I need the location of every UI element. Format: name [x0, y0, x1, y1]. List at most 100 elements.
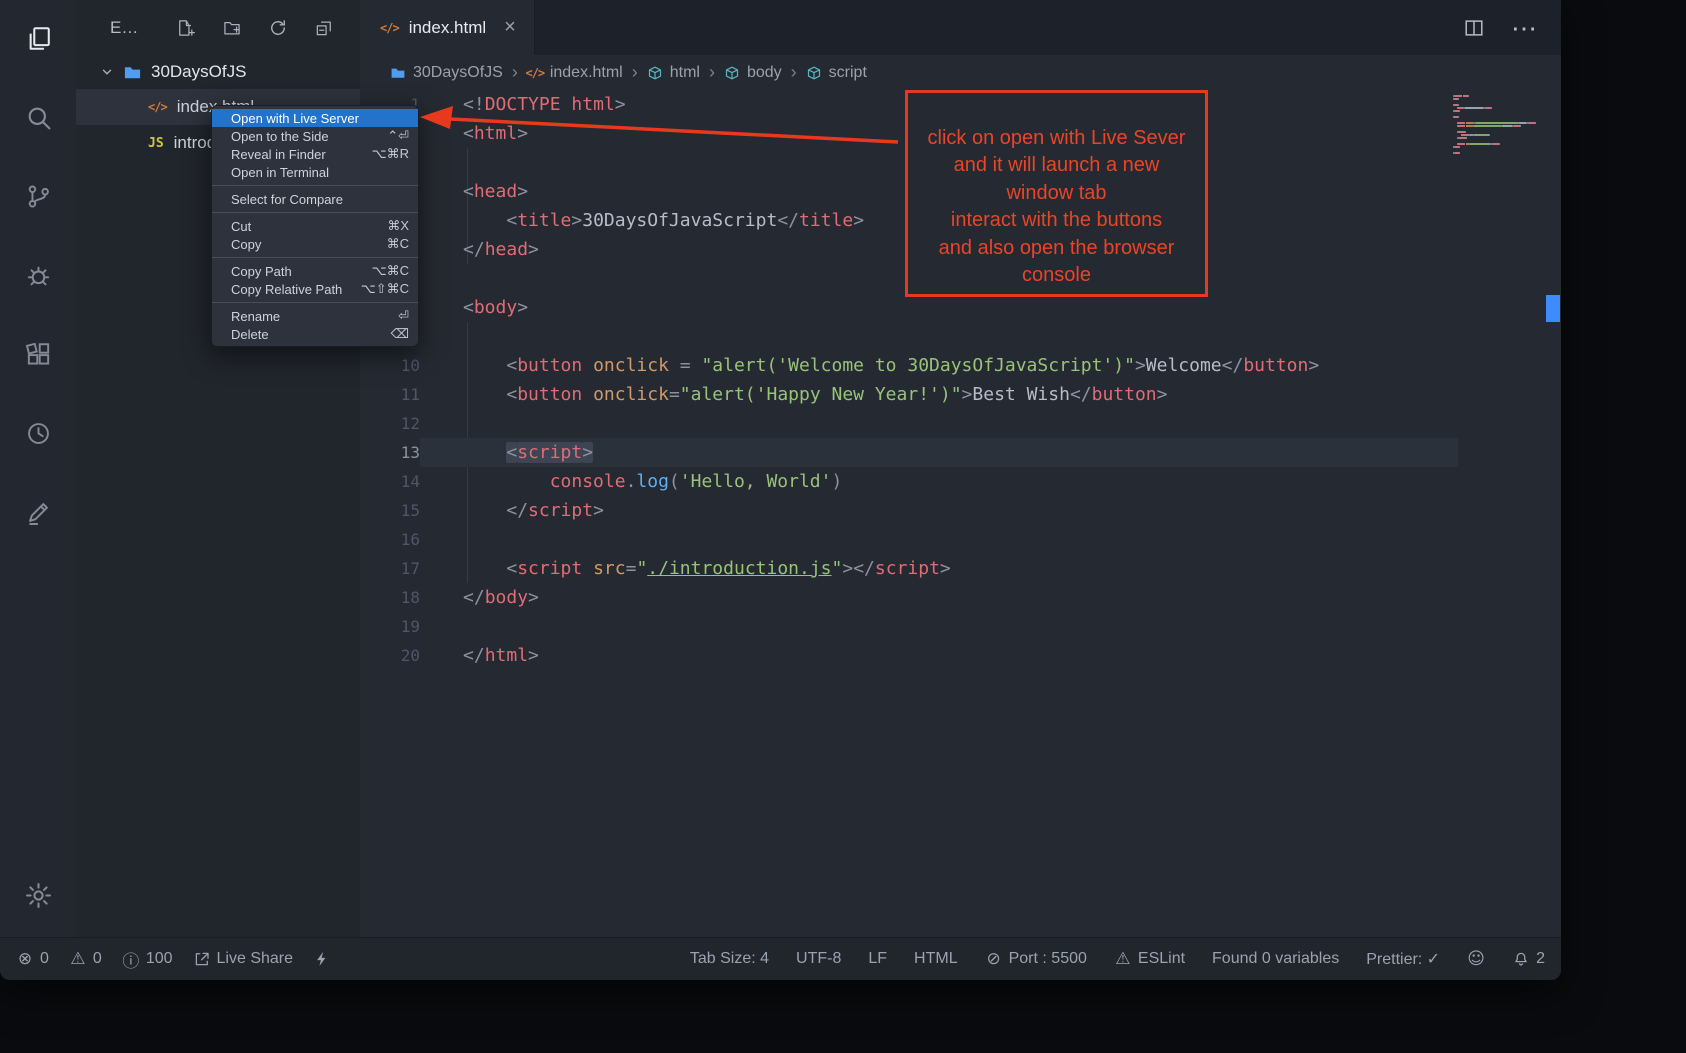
code-line[interactable]: 16 [360, 525, 1561, 554]
line-number[interactable]: 18 [360, 583, 420, 612]
menu-group: Copy Path⌥⌘CCopy Relative Path⌥⇧⌘C [212, 257, 418, 298]
code-line[interactable]: 18</body> [360, 583, 1561, 612]
editor-action-split-editor[interactable] [1463, 17, 1485, 39]
status-warnings[interactable]: ⚠0 [69, 950, 102, 968]
activity-extensions[interactable] [14, 330, 62, 378]
line-number[interactable]: 11 [360, 380, 420, 409]
status-prettier-label: Prettier: ✓ [1366, 949, 1440, 969]
code-line[interactable]: 12 [360, 409, 1561, 438]
activity-explorer[interactable] [14, 14, 62, 62]
chevron-right-icon: › [709, 62, 715, 83]
menu-item-open-to-the-side[interactable]: Open to the Side ⌃⏎ [212, 127, 418, 145]
code-line[interactable]: 14 console.log('Hello, World') [360, 467, 1561, 496]
explorer-action-refresh[interactable] [268, 18, 288, 38]
breadcrumb-label: 30DaysOfJS [413, 64, 503, 82]
activity-settings[interactable] [14, 871, 62, 919]
status-language-mode[interactable]: HTML [914, 950, 958, 968]
menu-item-label: Open to the Side [231, 129, 329, 144]
chevron-right-icon: › [632, 62, 638, 83]
annotation-text: click on open with Live Sever and it wil… [928, 127, 1186, 287]
breadcrumb-item-index-html[interactable]: </> index.html [527, 64, 623, 82]
breadcrumb-item-html[interactable]: html [647, 64, 700, 82]
status-errors[interactable]: ⊗0 [16, 950, 49, 968]
menu-item-select-for-compare[interactable]: Select for Compare [212, 190, 418, 208]
breadcrumb-item-script[interactable]: script [806, 64, 867, 82]
menu-item-open-with-live-server[interactable]: Open with Live Server [212, 109, 418, 127]
folder-root[interactable]: 30DaysOfJS [76, 55, 360, 89]
line-number[interactable]: 10 [360, 351, 420, 380]
menu-item-copy[interactable]: Copy⌘C [212, 235, 418, 253]
status-live-share[interactable]: Live Share [193, 950, 294, 968]
line-number[interactable]: 19 [360, 612, 420, 641]
status-notifications[interactable]: 2 [1512, 950, 1545, 968]
port-icon: ⊘ [985, 950, 1003, 968]
menu-item-shortcut: ⌥⌘C [372, 263, 409, 279]
activity-feedback[interactable] [14, 488, 62, 536]
extensions-icon [24, 340, 53, 369]
status-tab-size[interactable]: Tab Size: 4 [690, 950, 769, 968]
minimap-line [1453, 149, 1545, 151]
minimap-line [1453, 152, 1545, 154]
breadcrumb-label: index.html [550, 64, 623, 82]
status-eslint[interactable]: ⚠ESLint [1114, 950, 1185, 968]
code-line[interactable]: 20</html> [360, 641, 1561, 670]
menu-item-shortcut: ⌃⏎ [387, 128, 409, 144]
status-info[interactable]: ⓘ100 [122, 950, 173, 968]
minimap-line [1453, 140, 1545, 142]
history-icon [24, 419, 53, 448]
menu-item-label: Copy [231, 237, 261, 252]
breadcrumb-item-body[interactable]: body [724, 64, 782, 82]
status-port[interactable]: ⊘Port : 5500 [985, 950, 1087, 968]
status-eol[interactable]: LF [868, 950, 887, 968]
scrollbar[interactable] [1545, 90, 1561, 937]
line-content [420, 612, 1458, 641]
status-eslint-label: ESLint [1138, 950, 1185, 968]
menu-item-open-in-terminal[interactable]: Open in Terminal [212, 163, 418, 181]
line-number[interactable]: 15 [360, 496, 420, 525]
menu-item-label: Rename [231, 309, 280, 324]
tab-index-html[interactable]: </> index.html × [360, 0, 535, 55]
minimap-line [1453, 134, 1545, 136]
line-number[interactable]: 17 [360, 554, 420, 583]
line-number[interactable]: 13 [360, 438, 420, 467]
explorer-action-collapse-all[interactable] [314, 18, 334, 38]
folder-icon [390, 65, 406, 81]
editor-action-more-actions[interactable]: ⋯ [1513, 17, 1535, 39]
line-number[interactable]: 12 [360, 409, 420, 438]
line-number[interactable]: 16 [360, 525, 420, 554]
menu-item-rename[interactable]: Rename⏎ [212, 307, 418, 325]
code-line[interactable]: 9 [360, 322, 1561, 351]
menu-item-delete[interactable]: Delete⌫ [212, 325, 418, 343]
code-line[interactable]: 17 <script src="./introduction.js"></scr… [360, 554, 1561, 583]
activity-search[interactable] [14, 93, 62, 141]
activity-run-debug[interactable] [14, 251, 62, 299]
close-icon[interactable]: × [504, 16, 516, 39]
status-lightning[interactable] [313, 950, 331, 968]
status-encoding[interactable]: UTF-8 [796, 950, 841, 968]
code-line[interactable]: 11 <button onclick="alert('Happy New Yea… [360, 380, 1561, 409]
menu-item-shortcut: ⌥⇧⌘C [361, 281, 409, 297]
breadcrumb-item-30daysofjs[interactable]: 30DaysOfJS [390, 64, 503, 82]
line-number[interactable]: 14 [360, 467, 420, 496]
line-number[interactable]: 20 [360, 641, 420, 670]
explorer-action-new-file[interactable] [176, 18, 196, 38]
code-line[interactable]: 19 [360, 612, 1561, 641]
code-line[interactable]: 13 <script> [360, 438, 1561, 467]
more-actions-icon: ⋯ [1513, 17, 1535, 39]
explorer-action-new-folder[interactable] [222, 18, 242, 38]
menu-item-copy-path[interactable]: Copy Path⌥⌘C [212, 262, 418, 280]
code-line[interactable]: 15 </script> [360, 496, 1561, 525]
code-line[interactable]: 10 <button onclick = "alert('Welcome to … [360, 351, 1561, 380]
minimap[interactable] [1453, 95, 1545, 155]
menu-item-reveal-in-finder[interactable]: Reveal in Finder⌥⌘R [212, 145, 418, 163]
status-feedback-smiley[interactable]: ☺ [1467, 950, 1485, 968]
activity-history[interactable] [14, 409, 62, 457]
html-file-icon: </> [527, 65, 543, 81]
menu-item-cut[interactable]: Cut⌘X [212, 217, 418, 235]
feedback-icon [24, 498, 53, 527]
activity-source-control[interactable] [14, 172, 62, 220]
status-variables[interactable]: Found 0 variables [1212, 950, 1339, 968]
code-line[interactable]: 8<body> [360, 293, 1561, 322]
menu-item-copy-relative-path[interactable]: Copy Relative Path⌥⇧⌘C [212, 280, 418, 298]
status-prettier[interactable]: Prettier: ✓ [1366, 949, 1440, 969]
